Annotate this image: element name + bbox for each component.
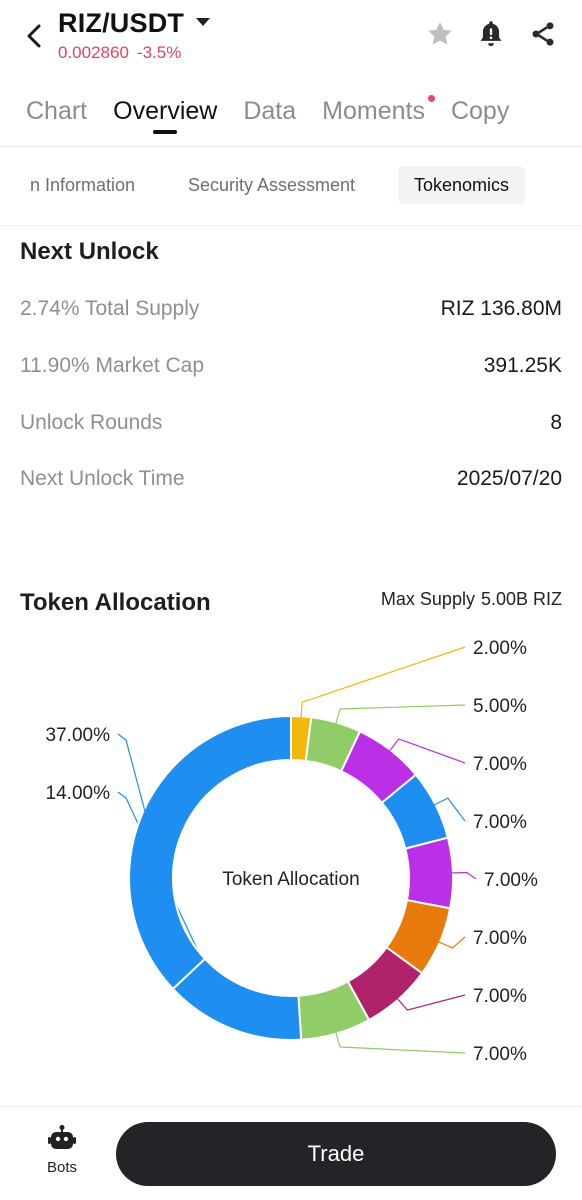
subtab-tokenomics[interactable]: Tokenomics [398,166,526,204]
allocation-donut-chart: 2.00% 5.00% 7.00% 7.00% 7.00% 7.00% 7.00% 7.00%… [46,638,538,1065]
max-supply-value: 5.00B RIZ [480,589,562,609]
slice-label-4: 7.00% [484,870,538,891]
slice-4[interactable] [404,836,454,910]
tab-moments[interactable]: Moments [322,92,435,138]
slice-label-8: 14.00% [46,783,111,804]
next-unlock-time-label: Next Unlock Time [20,467,185,490]
tab-copy[interactable]: Copy [451,92,509,138]
alert-button[interactable] [473,16,509,52]
unlock-rounds-label: Unlock Rounds [20,411,163,434]
tab-chart[interactable]: Chart [26,92,87,138]
slice-label-9: 37.00% [46,725,111,746]
market-cap-label: 11.90% Market Cap [20,354,205,377]
slice-label-1: 5.00% [473,696,527,717]
back-icon [27,24,41,48]
slice-label-2: 7.00% [473,754,527,775]
slice-label-6: 7.00% [473,986,527,1007]
bots-label: Bots [46,1159,77,1176]
divider [0,146,582,147]
notification-dot [427,95,435,102]
robot-icon [48,1125,76,1149]
favorite-button[interactable] [422,16,458,52]
trade-button[interactable]: Trade [116,1122,556,1186]
tab-moments-label: Moments [322,97,425,125]
slice-label-5: 7.00% [473,928,527,949]
total-supply-value: RIZ 136.80M [440,297,562,320]
overview-subtabs: n Information Security Assessment Tokeno… [0,166,582,204]
bots-button[interactable]: Bots [30,1124,94,1184]
allocation-chart: 2.00% 5.00% 7.00% 7.00% 7.00% 7.00% 7.00% 7.00%… [0,625,582,1085]
last-price: 0.002860 [58,43,129,62]
slice-label-3: 7.00% [473,812,527,833]
bell-icon [480,21,502,47]
divider [0,1106,582,1107]
total-supply-label: 2.74% Total Supply [20,297,200,320]
next-unlock-time-value: 2025/07/20 [456,467,562,490]
donut-center-label: Token Allocation [222,869,359,890]
star-icon [428,22,452,45]
tab-overview[interactable]: Overview [113,92,217,138]
slice-9[interactable] [128,714,292,991]
max-supply-label: Max Supply [380,589,475,609]
price-line: 0.002860 -3.5% [58,43,181,63]
unlock-rounds-value: 8 [550,411,562,434]
main-tabs: Chart Overview Data Moments Copy [26,92,582,148]
slice-label-0: 2.00% [473,638,527,659]
back-button[interactable] [14,16,54,56]
subtab-token-information[interactable]: n Information [14,166,151,204]
subtab-security-assessment[interactable]: Security Assessment [172,166,371,204]
market-cap-value: 391.25K [483,354,562,377]
pair-title[interactable]: RIZ/USDT [58,8,184,39]
divider [0,225,582,226]
max-supply: Max Supply 5.00B RIZ [381,589,562,610]
share-button[interactable] [525,16,561,52]
token-allocation-title: Token Allocation [20,589,211,616]
share-icon [532,22,554,46]
leader-line-4 [450,871,477,880]
leader-line-6 [396,994,466,1011]
slice-label-7: 7.00% [473,1044,527,1065]
leader-line-1 [335,704,466,725]
price-change: -3.5% [136,43,182,62]
leader-line-7 [335,1031,466,1054]
tab-data[interactable]: Data [243,92,296,138]
pair-dropdown-icon[interactable] [196,18,210,26]
leader-line-9 [117,733,147,816]
next-unlock-title: Next Unlock [20,238,159,265]
